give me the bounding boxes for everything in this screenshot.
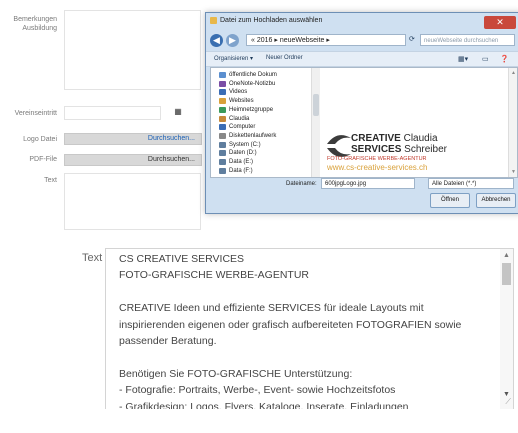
text-line: passender Beratung.: [119, 335, 217, 347]
folder-tree-item[interactable]: System (C:): [229, 141, 261, 149]
scroll-up-icon[interactable]: ▲: [503, 252, 510, 259]
textarea-scrollbar[interactable]: ▲ ▼: [500, 249, 513, 409]
back-button[interactable]: ◀: [210, 34, 223, 47]
logo-line1: CREATIVE Claudia: [351, 133, 438, 144]
refresh-icon[interactable]: ⟳: [409, 35, 415, 43]
folder-tree-item[interactable]: Claudia: [229, 115, 249, 123]
logo-file-input[interactable]: Durchsuchen...: [64, 133, 202, 145]
vereinseintritt-field[interactable]: [64, 106, 161, 120]
logo-file-label: Logo Datei: [23, 136, 57, 143]
vereinseintritt-label: Vereinseintritt: [14, 110, 57, 117]
scroll-down-icon[interactable]: ▼: [511, 169, 516, 175]
text-label-small: Text: [44, 177, 57, 184]
calendar-button[interactable]: ▦: [172, 106, 184, 118]
pdf-file-label: PDF-File: [29, 156, 57, 163]
folder-icon: [219, 80, 226, 87]
organize-menu[interactable]: Organisieren ▾: [214, 55, 253, 62]
file-preview: CREATIVE Claudia SERVICES Schreiber FOTO…: [323, 128, 513, 173]
files-scrollbar[interactable]: ▲ ▼: [508, 68, 517, 177]
filetype-select[interactable]: Alle Dateien (*.*): [428, 178, 514, 189]
folder-icon: [219, 72, 226, 78]
folder-icon: [219, 98, 226, 105]
back-arrow-icon: ◀: [213, 35, 220, 45]
folder-tree-item[interactable]: OneNote-Notizbu: [229, 80, 275, 88]
help-icon[interactable]: ❓: [500, 55, 509, 63]
preview-pane-icon[interactable]: ▭: [482, 55, 489, 63]
folder-tree-item[interactable]: Data (F:): [229, 167, 253, 175]
textarea-scrollbar-thumb[interactable]: [502, 263, 511, 285]
folder-tree-item[interactable]: Heimnetzgruppe: [229, 106, 273, 114]
folder-icon: [219, 115, 226, 122]
forward-arrow-icon: ▶: [229, 35, 236, 45]
view-options-icon[interactable]: ▦▾: [458, 55, 468, 63]
text-line: CS CREATIVE SERVICES: [119, 253, 245, 265]
tree-scrollbar-thumb[interactable]: [313, 94, 319, 116]
folder-icon: [219, 141, 226, 148]
text-line: FOTO-GRAFISCHE WERBE-AGENTUR: [119, 269, 309, 282]
folder-tree-item[interactable]: Daten (D:): [229, 149, 257, 157]
bemerkungen-field[interactable]: [64, 10, 201, 90]
scroll-up-icon[interactable]: ▲: [511, 70, 516, 76]
text-line: inspirierenden eigenen oder grafisch auf…: [119, 318, 462, 331]
folder-tree-item[interactable]: öffentliche Dokum: [229, 71, 277, 79]
logo-browse-label: Durchsuchen...: [147, 135, 195, 142]
text-field-small[interactable]: [64, 173, 201, 230]
logo-line2: SERVICES Schreiber: [351, 144, 447, 155]
folder-icon: [219, 124, 226, 131]
dialog-title: Datei zum Hochladen auswählen: [220, 17, 323, 24]
folder-tree: öffentliche Dokum OneNote-Notizbu Videos We…: [211, 68, 311, 177]
folder-icon: [219, 150, 226, 157]
folder-tree-item[interactable]: Websites: [229, 97, 254, 105]
tree-scrollbar[interactable]: [311, 68, 320, 177]
text-line: CREATIVE Ideen und effiziente SERVICES f…: [119, 302, 424, 315]
logo-url: www.cs-creative-services.ch: [327, 163, 428, 172]
text-area[interactable]: CS CREATIVE SERVICES FOTO-GRAFISCHE WERBE…: [105, 248, 514, 409]
folder-tree-item[interactable]: Computer: [229, 123, 255, 131]
filename-label: Dateiname:: [286, 181, 317, 187]
dialog-bottom-bar: Dateiname: 600jpgLogo.jpg Alle Dateien (…: [206, 176, 518, 213]
text-line: - Grafikdesign: Logos, Flyers, Kataloge,…: [119, 400, 409, 409]
text-line: Benötigen Sie FOTO-GRAFISCHE Unterstützu…: [119, 367, 353, 380]
text-line: - Fotografie: Portraits, Werbe-, Event- …: [119, 384, 396, 397]
cancel-button[interactable]: Abbrechen: [476, 193, 516, 208]
filename-input[interactable]: 600jpgLogo.jpg: [321, 178, 415, 189]
dialog-navbar: ◀ ▶ « 2016 ▸ neueWebseite ▸ ⟳ neueWebsei…: [210, 33, 516, 49]
folder-tree-item[interactable]: Data (E:): [229, 158, 253, 166]
dialog-app-icon: [210, 17, 217, 24]
pdf-file-input[interactable]: Durchsuchen...: [64, 154, 202, 166]
file-open-dialog: Datei zum Hochladen auswählen ✕ ◀ ▶ « 20…: [205, 12, 518, 214]
new-folder-button[interactable]: Neuer Ordner: [266, 55, 303, 61]
folder-icon: [219, 167, 226, 174]
pdf-browse-label: Durchsuchen...: [147, 156, 195, 163]
open-button[interactable]: Öffnen: [430, 193, 470, 208]
folder-icon: [219, 159, 226, 165]
dialog-body: öffentliche Dokum OneNote-Notizbu Videos We…: [210, 67, 518, 178]
calendar-icon: ▦: [174, 107, 182, 116]
folder-icon: [219, 132, 226, 139]
text-label: Text: [82, 252, 103, 264]
folder-icon: [219, 89, 226, 96]
folder-icon: [219, 106, 226, 113]
bemerkungen-label: Bemerkungen Ausbildung: [13, 16, 57, 32]
folder-tree-item[interactable]: Diskettenlaufwerk: [229, 132, 276, 140]
logo-line3: FOTO-GRAFISCHE WERBE-AGENTUR: [327, 156, 427, 162]
address-bar[interactable]: « 2016 ▸ neueWebseite ▸: [246, 34, 406, 46]
folder-tree-item[interactable]: Videos: [229, 88, 247, 96]
dialog-toolbar: Organisieren ▾ Neuer Ordner ▦▾ ▭ ❓: [206, 51, 518, 67]
dialog-search-input[interactable]: neueWebseite durchsuchen: [420, 34, 515, 46]
resize-handle-icon[interactable]: ⟋: [505, 397, 511, 407]
dialog-close-button[interactable]: ✕: [484, 16, 516, 29]
forward-button[interactable]: ▶: [226, 34, 239, 47]
